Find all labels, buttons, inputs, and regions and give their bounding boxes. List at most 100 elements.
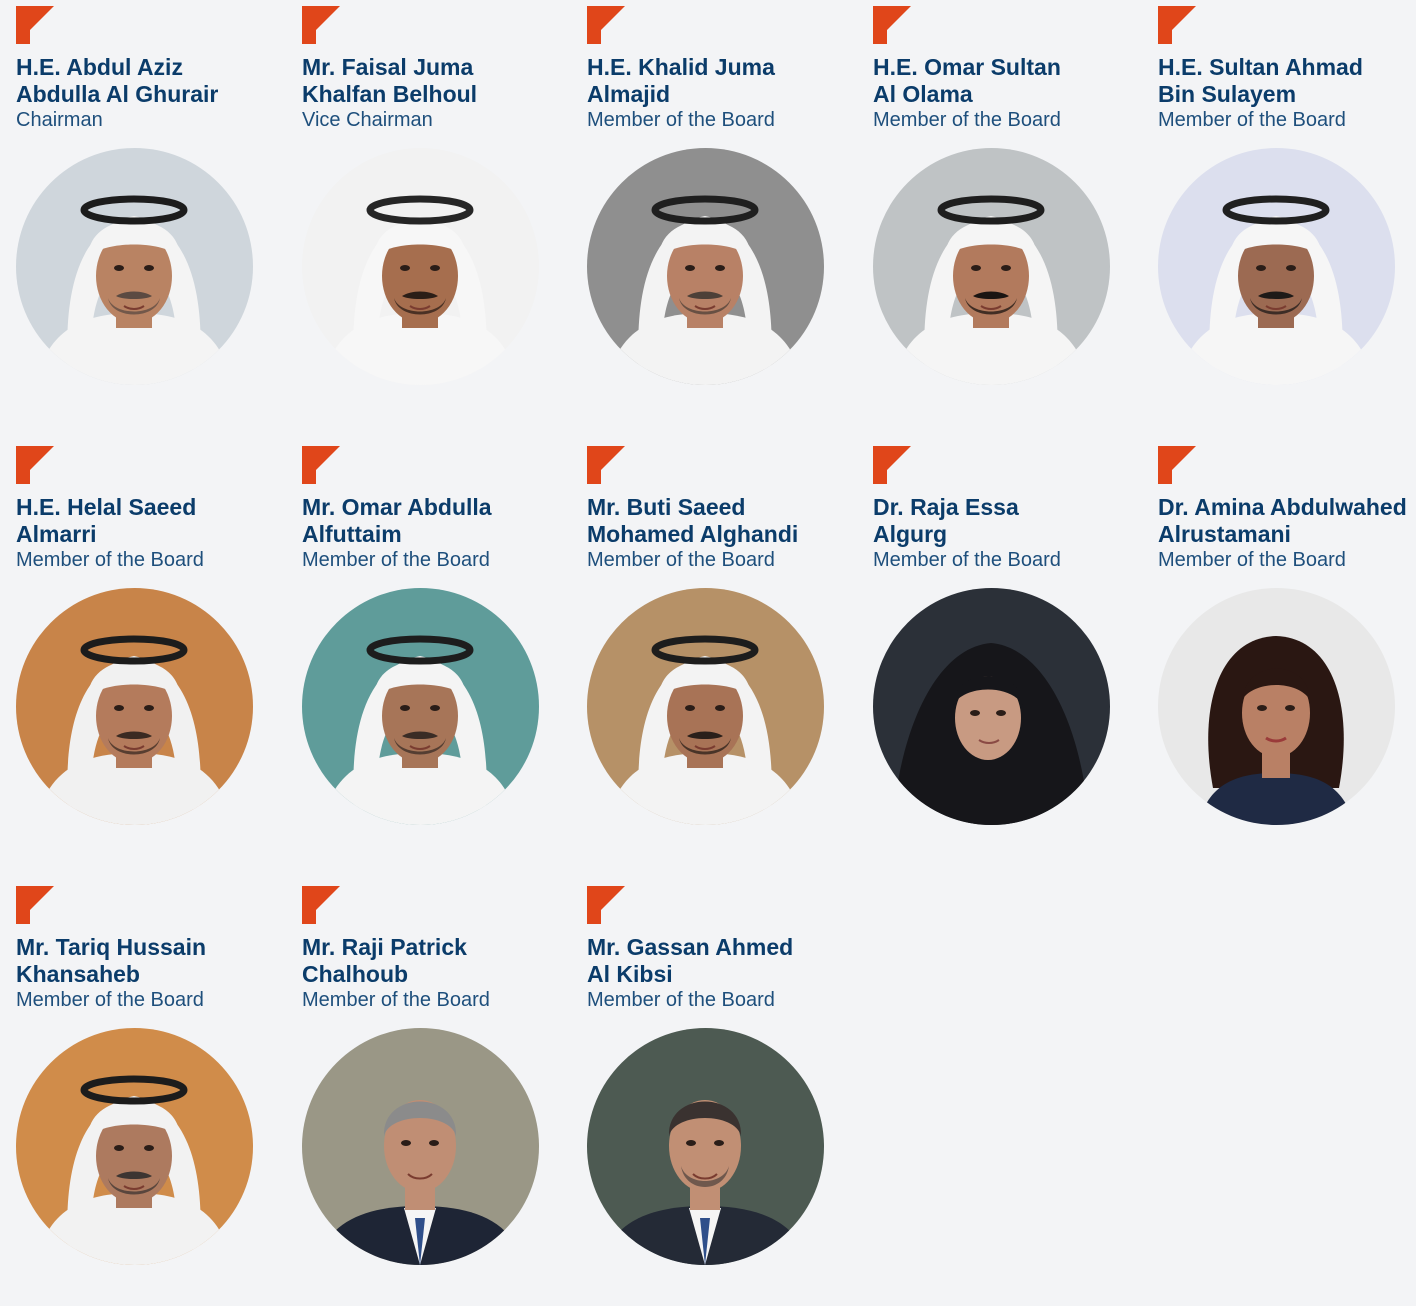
- board-member-card[interactable]: Mr. Raji Patrick Chalhoub Member of the Bo…: [302, 886, 572, 1306]
- board-member-card[interactable]: H.E. Omar Sultan Al Olama Member of the Bo…: [873, 6, 1143, 426]
- board-member-card[interactable]: H.E. Abdul Aziz Abdulla Al Ghurair Chairma…: [16, 6, 286, 426]
- portrait-image: [16, 1028, 253, 1265]
- member-name-line-1: H.E. Abdul Aziz: [16, 54, 183, 80]
- member-name-line-2: Almajid: [587, 81, 671, 107]
- member-role: Vice Chairman: [302, 109, 433, 131]
- member-name-line-1: Dr. Raja Essa: [873, 494, 1019, 520]
- board-member-card[interactable]: Mr. Faisal Juma Khalfan Belhoul Vice Chair…: [302, 6, 572, 426]
- portrait-image: [587, 148, 824, 385]
- member-name-line-1: H.E. Helal Saeed: [16, 494, 197, 520]
- board-member-card[interactable]: H.E. Khalid Juma Almajid Member of the Boa…: [587, 6, 857, 426]
- member-name-line-2: Almarri: [16, 521, 97, 547]
- member-portrait[interactable]: [587, 588, 824, 825]
- member-role: Member of the Board: [873, 549, 1061, 571]
- member-name-line-1: Mr. Raji Patrick: [302, 934, 467, 960]
- portrait-image: [587, 1028, 824, 1265]
- member-name-line-1: Mr. Tariq Hussain: [16, 934, 207, 960]
- portrait-image: [302, 588, 539, 825]
- member-name-line-2: Bin Sulayem: [1158, 81, 1297, 107]
- member-name: Dr. Amina Abdulwahed Alrustamani: [1158, 494, 1416, 548]
- corner-accent-icon: [587, 6, 625, 44]
- member-portrait[interactable]: [1158, 148, 1395, 385]
- corner-accent-icon: [587, 446, 625, 484]
- member-name: Mr. Omar Abdulla Alfuttaim: [302, 494, 572, 548]
- member-name-line-2: Khansaheb: [16, 961, 140, 987]
- member-name: H.E. Abdul Aziz Abdulla Al Ghurair: [16, 54, 286, 108]
- member-name-line-1: H.E. Khalid Juma: [587, 54, 775, 80]
- board-member-card[interactable]: Mr. Omar Abdulla Alfuttaim Member of the B…: [302, 446, 572, 866]
- member-portrait[interactable]: [16, 588, 253, 825]
- corner-accent-icon: [302, 886, 340, 924]
- member-portrait[interactable]: [16, 148, 253, 385]
- corner-accent-icon: [16, 6, 54, 44]
- member-name-line-1: Mr. Gassan Ahmed: [587, 934, 794, 960]
- portrait-image: [302, 148, 539, 385]
- member-role: Member of the Board: [587, 989, 775, 1011]
- member-portrait[interactable]: [302, 1028, 539, 1265]
- portrait-image: [302, 1028, 539, 1265]
- member-name-line-1: Dr. Amina Abdulwahed: [1158, 494, 1407, 520]
- member-name-line-2: Alrustamani: [1158, 521, 1291, 547]
- member-role: Chairman: [16, 109, 103, 131]
- member-name-line-1: H.E. Omar Sultan: [873, 54, 1061, 80]
- member-role: Member of the Board: [302, 549, 490, 571]
- member-name-line-2: Abdulla Al Ghurair: [16, 81, 219, 107]
- corner-accent-icon: [873, 6, 911, 44]
- member-name: Mr. Gassan Ahmed Al Kibsi: [587, 934, 857, 988]
- member-name-line-2: Alfuttaim: [302, 521, 402, 547]
- member-name-line-2: Al Kibsi: [587, 961, 673, 987]
- board-member-card[interactable]: H.E. Sultan Ahmad Bin Sulayem Member of th…: [1158, 6, 1416, 426]
- member-name: Mr. Buti Saeed Mohamed Alghandi: [587, 494, 857, 548]
- portrait-image: [587, 588, 824, 825]
- member-name-line-2: Mohamed Alghandi: [587, 521, 799, 547]
- member-name-line-2: Khalfan Belhoul: [302, 81, 478, 107]
- board-member-card[interactable]: Mr. Gassan Ahmed Al Kibsi Member of the Bo…: [587, 886, 857, 1306]
- member-portrait[interactable]: [16, 1028, 253, 1265]
- board-member-card[interactable]: Mr. Buti Saeed Mohamed Alghandi Member of …: [587, 446, 857, 866]
- member-name: H.E. Sultan Ahmad Bin Sulayem: [1158, 54, 1416, 108]
- board-member-card[interactable]: Dr. Amina Abdulwahed Alrustamani Member of…: [1158, 446, 1416, 866]
- member-name-line-1: H.E. Sultan Ahmad: [1158, 54, 1363, 80]
- member-name-line-1: Mr. Buti Saeed: [587, 494, 746, 520]
- member-name-line-2: Algurg: [873, 521, 948, 547]
- portrait-image: [873, 148, 1110, 385]
- corner-accent-icon: [873, 446, 911, 484]
- member-role: Member of the Board: [1158, 549, 1346, 571]
- corner-accent-icon: [16, 886, 54, 924]
- member-portrait[interactable]: [587, 148, 824, 385]
- corner-accent-icon: [1158, 446, 1196, 484]
- portrait-image: [873, 588, 1110, 825]
- member-role: Member of the Board: [587, 549, 775, 571]
- member-portrait[interactable]: [302, 148, 539, 385]
- member-portrait[interactable]: [1158, 588, 1395, 825]
- member-role: Member of the Board: [16, 549, 204, 571]
- portrait-image: [1158, 588, 1395, 825]
- member-portrait[interactable]: [873, 148, 1110, 385]
- member-name: Dr. Raja Essa Algurg: [873, 494, 1143, 548]
- board-member-card[interactable]: Mr. Tariq Hussain Khansaheb Member of the …: [16, 886, 286, 1306]
- member-role: Member of the Board: [587, 109, 775, 131]
- corner-accent-icon: [587, 886, 625, 924]
- corner-accent-icon: [302, 6, 340, 44]
- member-portrait[interactable]: [873, 588, 1110, 825]
- member-name: Mr. Tariq Hussain Khansaheb: [16, 934, 286, 988]
- member-name: H.E. Helal Saeed Almarri: [16, 494, 286, 548]
- board-member-card[interactable]: Dr. Raja Essa Algurg Member of the Board: [873, 446, 1143, 866]
- member-name: Mr. Raji Patrick Chalhoub: [302, 934, 572, 988]
- member-name: H.E. Khalid Juma Almajid: [587, 54, 857, 108]
- member-name: Mr. Faisal Juma Khalfan Belhoul: [302, 54, 572, 108]
- member-name-line-2: Chalhoub: [302, 961, 409, 987]
- portrait-image: [1158, 148, 1395, 385]
- portrait-image: [16, 588, 253, 825]
- member-name-line-1: Mr. Omar Abdulla: [302, 494, 492, 520]
- member-name-line-2: Al Olama: [873, 81, 973, 107]
- corner-accent-icon: [16, 446, 54, 484]
- member-role: Member of the Board: [302, 989, 490, 1011]
- board-member-card[interactable]: H.E. Helal Saeed Almarri Member of the Boa…: [16, 446, 286, 866]
- member-portrait[interactable]: [302, 588, 539, 825]
- member-role: Member of the Board: [16, 989, 204, 1011]
- member-role: Member of the Board: [873, 109, 1061, 131]
- member-role: Member of the Board: [1158, 109, 1346, 131]
- member-name-line-1: Mr. Faisal Juma: [302, 54, 474, 80]
- member-portrait[interactable]: [587, 1028, 824, 1265]
